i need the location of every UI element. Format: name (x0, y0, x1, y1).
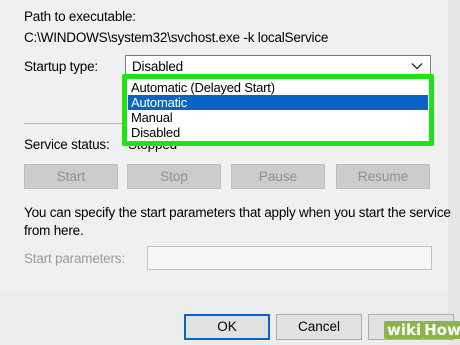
start-parameters-input[interactable] (147, 246, 432, 270)
watermark-how: How (424, 321, 460, 339)
highlight-annotation (122, 74, 434, 146)
window-edge (448, 0, 460, 345)
params-description-line-2: from here. (24, 223, 84, 238)
service-status-label: Service status: (24, 137, 110, 152)
startup-type-value: Disabled (132, 59, 183, 74)
path-value: C:\WINDOWS\system32\svchost.exe -k local… (24, 30, 329, 45)
start-parameters-label: Start parameters: (24, 251, 125, 266)
stop-button[interactable]: Stop (127, 164, 221, 189)
pause-button[interactable]: Pause (231, 164, 325, 189)
ok-button[interactable]: OK (184, 314, 270, 340)
params-description-line-1: You can specify the start parameters tha… (24, 205, 451, 220)
watermark-wiki: wiki (384, 321, 425, 339)
start-button[interactable]: Start (24, 164, 118, 189)
cancel-button[interactable]: Cancel (276, 314, 362, 340)
wikihow-watermark: wiki How (384, 318, 460, 342)
resume-button[interactable]: Resume (336, 164, 430, 189)
startup-type-label: Startup type: (24, 59, 98, 74)
chevron-down-icon (411, 63, 423, 70)
path-label: Path to executable: (24, 9, 136, 24)
